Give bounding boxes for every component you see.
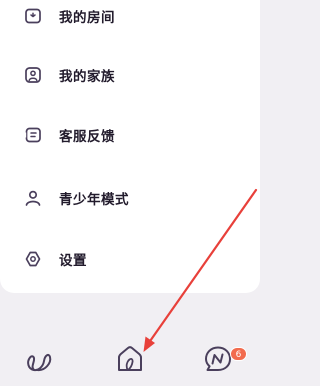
person-icon xyxy=(25,190,41,206)
family-icon xyxy=(25,67,41,83)
tab-messages[interactable] xyxy=(201,342,235,376)
menu-item-teen-mode[interactable]: 青少年模式 xyxy=(0,178,260,218)
messages-icon xyxy=(205,346,231,371)
menu-item-label: 客服反馈 xyxy=(59,129,115,145)
room-icon xyxy=(25,8,41,24)
tab-moments[interactable] xyxy=(22,342,56,376)
menu-item-label: 设置 xyxy=(59,253,87,269)
feedback-icon xyxy=(24,127,41,143)
menu-item-my-family[interactable]: 我的家族 xyxy=(0,55,260,95)
menu-item-settings[interactable]: 设置 xyxy=(0,239,260,279)
menu-item-label: 青少年模式 xyxy=(59,192,129,208)
unread-badge: 6 xyxy=(230,347,247,361)
bottom-tab-bar xyxy=(0,332,260,386)
menu-item-label: 我的房间 xyxy=(59,10,115,26)
tab-home[interactable] xyxy=(113,342,147,376)
menu-item-customer-feedback[interactable]: 客服反馈 xyxy=(0,115,260,155)
menu-item-label: 我的家族 xyxy=(59,69,115,85)
moments-icon xyxy=(27,353,52,372)
settings-icon xyxy=(25,251,41,267)
home-icon xyxy=(118,346,142,371)
menu-item-my-room[interactable]: 我的房间 xyxy=(0,0,260,36)
